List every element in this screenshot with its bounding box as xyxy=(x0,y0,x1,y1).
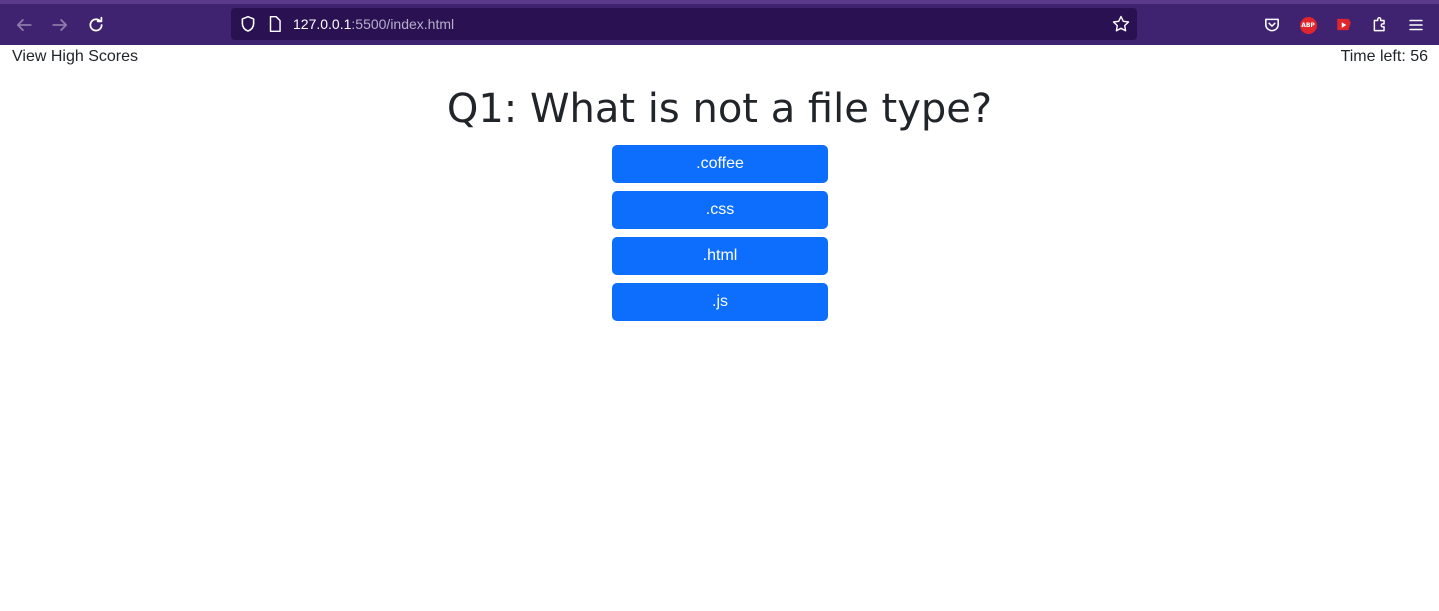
answer-button[interactable]: .css xyxy=(612,191,828,229)
star-icon[interactable] xyxy=(1111,14,1131,34)
url-path: :5500/index.html xyxy=(351,16,455,32)
answer-button[interactable]: .html xyxy=(612,237,828,275)
arrow-right-icon xyxy=(52,19,68,31)
reload-button[interactable] xyxy=(81,10,111,40)
url-bar[interactable]: 127.0.0.1:5500/index.html xyxy=(231,8,1137,40)
answer-button[interactable]: .coffee xyxy=(612,145,828,183)
video-extension-button[interactable] xyxy=(1333,14,1355,36)
back-button[interactable] xyxy=(9,10,39,40)
reload-icon xyxy=(89,16,103,32)
url-text[interactable]: 127.0.0.1:5500/index.html xyxy=(293,16,454,32)
forward-button[interactable] xyxy=(45,10,75,40)
question-title: Q1: What is not a file type? xyxy=(446,86,993,132)
shield-icon[interactable] xyxy=(239,15,257,33)
puzzle-icon xyxy=(1373,17,1385,32)
arrow-left-icon xyxy=(16,19,32,31)
pocket-button[interactable] xyxy=(1261,14,1283,36)
adblock-plus-icon: ABP xyxy=(1299,16,1317,34)
view-high-scores-link[interactable]: View High Scores xyxy=(12,48,138,66)
answer-list: .coffee .css .html .js xyxy=(612,145,828,329)
timer-display: Time left: 56 xyxy=(1340,48,1428,65)
url-host: 127.0.0.1 xyxy=(293,16,352,32)
extensions-button[interactable] xyxy=(1369,14,1391,36)
answer-button[interactable]: .js xyxy=(612,283,828,321)
hamburger-menu-icon xyxy=(1409,19,1423,31)
browser-toolbar: 127.0.0.1:5500/index.html ABP xyxy=(0,0,1439,45)
page-icon xyxy=(269,15,281,33)
adblock-plus-button[interactable]: ABP xyxy=(1297,14,1319,36)
video-play-icon xyxy=(1337,18,1351,31)
menu-button[interactable] xyxy=(1405,14,1427,36)
pocket-icon xyxy=(1265,18,1279,32)
